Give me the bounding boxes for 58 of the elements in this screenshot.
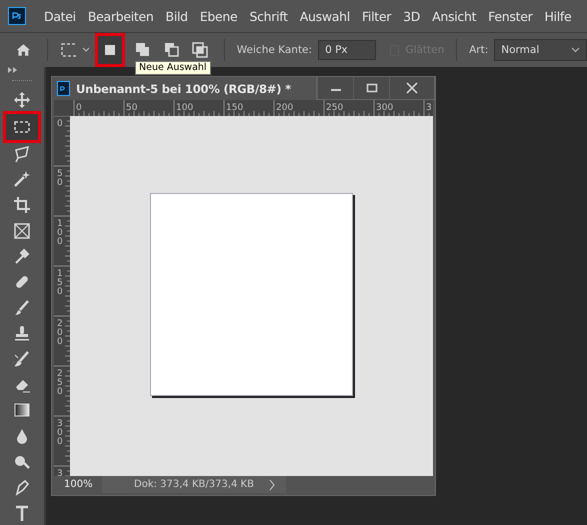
feather-field[interactable]: 0 Px — [318, 40, 376, 60]
menu-item[interactable]: Ebene — [194, 8, 244, 24]
menu-item[interactable]: Datei — [38, 8, 82, 24]
history-brush-icon — [12, 349, 32, 370]
ruler-label: 3 — [426, 103, 432, 113]
menu-item[interactable]: Hilfe — [538, 8, 578, 24]
move-icon — [12, 90, 32, 110]
maximize-icon — [366, 83, 378, 93]
ruler-label: 200 — [57, 319, 63, 347]
document-icon — [57, 81, 70, 96]
crop-icon — [12, 194, 32, 215]
selection-mode-button[interactable] — [94, 33, 126, 67]
add-selection-icon — [134, 41, 152, 59]
home-icon[interactable] — [16, 42, 31, 58]
minimize-button[interactable] — [317, 77, 353, 99]
ruler-label: 100 — [176, 103, 194, 113]
ruler-label: 3 — [57, 469, 63, 476]
ruler-label: 100 — [57, 219, 63, 247]
intersect-selection-icon — [191, 41, 210, 59]
style-label: Art: — [469, 44, 488, 56]
ruler-label: 0 — [57, 119, 63, 129]
ruler-label: 300 — [376, 103, 394, 113]
app-logo[interactable] — [8, 7, 26, 25]
document-title: Unbenannt-5 bei 100% (RGB/8#) * — [76, 82, 292, 96]
ruler-label: 150 — [57, 269, 63, 297]
menu-item[interactable]: Schrift — [243, 8, 294, 24]
magic-wand-icon — [12, 169, 32, 190]
menu-item[interactable]: 3D — [397, 8, 426, 24]
feather-label: Weiche Kante: — [236, 44, 312, 56]
subtract-selection-icon — [162, 41, 181, 59]
ruler-label: 50 — [57, 169, 63, 188]
stamp-icon — [12, 323, 32, 344]
ruler-label: 50 — [126, 103, 138, 113]
ruler-label: 200 — [276, 103, 294, 113]
menu-item[interactable]: Fenster — [482, 8, 538, 24]
double-arrow-icon[interactable] — [8, 67, 17, 74]
ruler-label: 300 — [57, 419, 63, 447]
style-dropdown[interactable]: Normal — [494, 39, 587, 61]
caret-icon[interactable] — [268, 478, 276, 490]
frame-icon — [12, 220, 32, 241]
ruler-label: 250 — [326, 103, 344, 113]
menu-item[interactable]: Bearbeiten — [82, 8, 160, 24]
marquee-icon[interactable] — [60, 42, 76, 58]
menu-item[interactable]: Filter — [356, 8, 398, 24]
document-size: Dok: 373,4 KB/373,4 KB — [102, 476, 286, 493]
menu-item[interactable]: Bild — [160, 8, 194, 24]
menu-item[interactable]: Ansicht — [426, 8, 482, 24]
menu-item[interactable]: Auswahl — [294, 8, 356, 24]
maximize-button[interactable] — [353, 77, 389, 99]
ruler-label: 0 — [76, 103, 82, 113]
zoom-level[interactable]: 100% — [54, 479, 102, 490]
lasso-icon — [12, 144, 32, 164]
ruler-label: 150 — [226, 103, 244, 113]
tooltip: Neue Auswahl — [135, 61, 211, 75]
ruler-label: 250 — [57, 369, 63, 397]
close-icon — [406, 82, 418, 94]
tool-button[interactable] — [3, 110, 41, 143]
close-button[interactable] — [389, 77, 434, 99]
